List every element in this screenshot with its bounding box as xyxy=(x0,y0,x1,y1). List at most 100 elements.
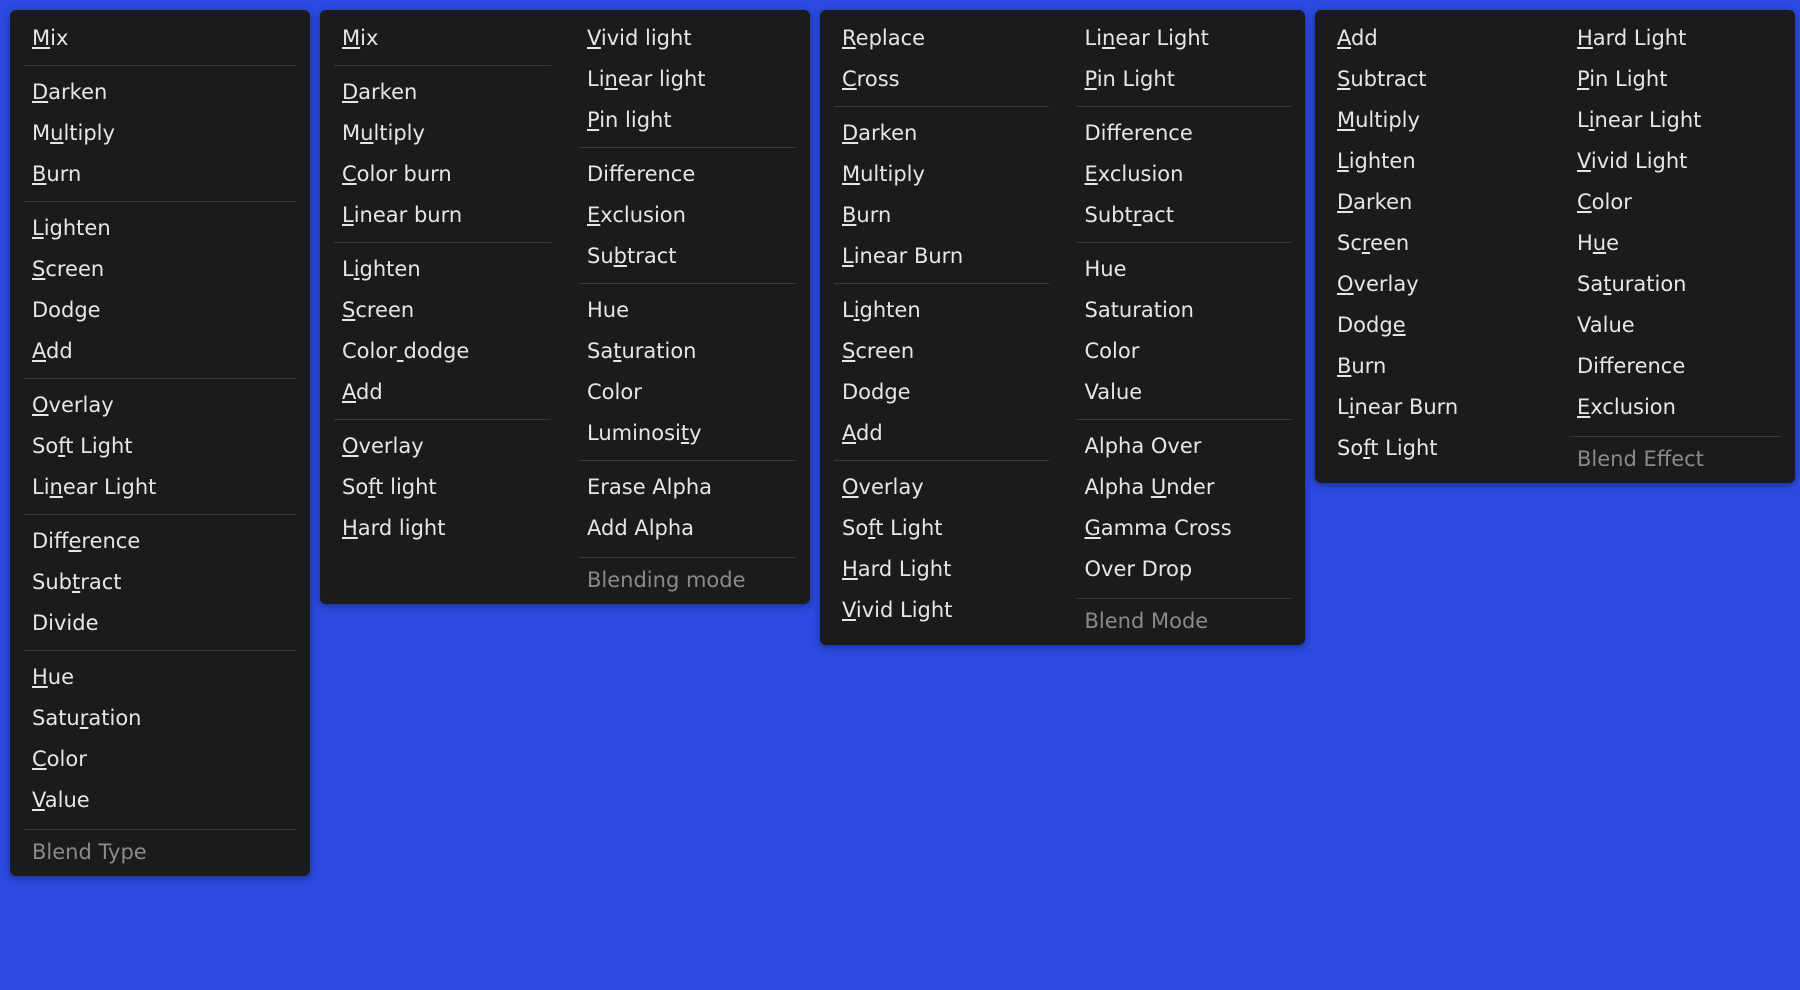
menu-item-multiply[interactable]: Multiply xyxy=(10,113,310,154)
menu-item-overlay[interactable]: Overlay xyxy=(820,467,1063,508)
menu-column: AddSubtractMultiplyLightenDarkenScreenOv… xyxy=(1315,18,1555,477)
menu-item-color[interactable]: Color xyxy=(1063,331,1306,372)
menu-item-hue[interactable]: Hue xyxy=(10,657,310,698)
menu-item-soft-light[interactable]: Soft Light xyxy=(820,508,1063,549)
menu-item-screen[interactable]: Screen xyxy=(10,249,310,290)
menu-item-hard-light[interactable]: Hard light xyxy=(320,508,565,549)
menu-item-difference[interactable]: Difference xyxy=(565,154,810,195)
menu-item-burn[interactable]: Burn xyxy=(1315,346,1555,387)
menu-item-burn[interactable]: Burn xyxy=(10,154,310,195)
menu-item-color-burn[interactable]: Color burn xyxy=(320,154,565,195)
menu-separator xyxy=(1077,242,1292,243)
menu-item-value[interactable]: Value xyxy=(1063,372,1306,413)
menu-item-subtract[interactable]: Subtract xyxy=(1063,195,1306,236)
menu-item-lighten[interactable]: Lighten xyxy=(320,249,565,290)
menu-item-multiply[interactable]: Multiply xyxy=(320,113,565,154)
menu-item-darken[interactable]: Darken xyxy=(10,72,310,113)
menu-item-cross[interactable]: Cross xyxy=(820,59,1063,100)
menu-item-overlay[interactable]: Overlay xyxy=(320,426,565,467)
menu-item-darken[interactable]: Darken xyxy=(320,72,565,113)
menu-item-add[interactable]: Add xyxy=(10,331,310,372)
menu-item-lighten[interactable]: Lighten xyxy=(1315,141,1555,182)
menu-item-linear-burn[interactable]: Linear Burn xyxy=(1315,387,1555,428)
menu-separator xyxy=(834,460,1049,461)
menu-separator xyxy=(1077,106,1292,107)
menu-item-soft-light[interactable]: Soft Light xyxy=(10,426,310,467)
menu-item-vivid-light[interactable]: Vivid Light xyxy=(1555,141,1795,182)
menu-item-linear-light[interactable]: Linear Light xyxy=(1063,18,1306,59)
menu-item-add-alpha[interactable]: Add Alpha xyxy=(565,508,810,549)
menu-item-lighten[interactable]: Lighten xyxy=(820,290,1063,331)
menu-item-dodge[interactable]: Dodge xyxy=(820,372,1063,413)
menu-item-dodge[interactable]: Dodge xyxy=(1315,305,1555,346)
menu-item-hue[interactable]: Hue xyxy=(1555,223,1795,264)
menu-item-soft-light[interactable]: Soft Light xyxy=(1315,428,1555,469)
menu-item-vivid-light[interactable]: Vivid light xyxy=(565,18,810,59)
menu-separator xyxy=(579,147,796,148)
menu-separator xyxy=(834,283,1049,284)
menu-item-hard-light[interactable]: Hard Light xyxy=(1555,18,1795,59)
menu-item-multiply[interactable]: Multiply xyxy=(1315,100,1555,141)
menu-item-alpha-over[interactable]: Alpha Over xyxy=(1063,426,1306,467)
menu-item-exclusion[interactable]: Exclusion xyxy=(1063,154,1306,195)
menu-item-linear-burn[interactable]: Linear Burn xyxy=(820,236,1063,277)
menu-item-dodge[interactable]: Dodge xyxy=(10,290,310,331)
menu-item-linear-light[interactable]: Linear Light xyxy=(10,467,310,508)
menu-item-subtract[interactable]: Subtract xyxy=(565,236,810,277)
menu-columns: AddSubtractMultiplyLightenDarkenScreenOv… xyxy=(1315,18,1795,477)
menu-item-value[interactable]: Value xyxy=(1555,305,1795,346)
menu-column: ReplaceCross DarkenMultiplyBurnLinear Bur… xyxy=(820,18,1063,639)
menu-item-screen[interactable]: Screen xyxy=(1315,223,1555,264)
menu-item-screen[interactable]: Screen xyxy=(820,331,1063,372)
menu-item-vivid-light[interactable]: Vivid Light xyxy=(820,590,1063,631)
menu-item-linear-burn[interactable]: Linear burn xyxy=(320,195,565,236)
menu-item-color[interactable]: Color xyxy=(1555,182,1795,223)
menu-separator xyxy=(834,106,1049,107)
menu-item-add[interactable]: Add xyxy=(820,413,1063,454)
menu-item-subtract[interactable]: Subtract xyxy=(1315,59,1555,100)
menu-item-hue[interactable]: Hue xyxy=(565,290,810,331)
menu-item-difference[interactable]: Difference xyxy=(1555,346,1795,387)
menu-item-subtract[interactable]: Subtract xyxy=(10,562,310,603)
menu-item-lighten[interactable]: Lighten xyxy=(10,208,310,249)
menu-item-gamma-cross[interactable]: Gamma Cross xyxy=(1063,508,1306,549)
menu-item-darken[interactable]: Darken xyxy=(820,113,1063,154)
menu-item-burn[interactable]: Burn xyxy=(820,195,1063,236)
menu-item-multiply[interactable]: Multiply xyxy=(820,154,1063,195)
menu-item-exclusion[interactable]: Exclusion xyxy=(1555,387,1795,428)
menu-item-difference[interactable]: Difference xyxy=(10,521,310,562)
menu-item-screen[interactable]: Screen xyxy=(320,290,565,331)
menu-item-alpha-under[interactable]: Alpha Under xyxy=(1063,467,1306,508)
menu-item-add[interactable]: Add xyxy=(1315,18,1555,59)
menu-item-value[interactable]: Value xyxy=(10,780,310,821)
menu-item-saturation[interactable]: Saturation xyxy=(565,331,810,372)
menu-item-mix[interactable]: Mix xyxy=(320,18,565,59)
menu-item-color-dodge[interactable]: Color dodge xyxy=(320,331,565,372)
menu-item-pin-light[interactable]: Pin Light xyxy=(1063,59,1306,100)
menu-item-add[interactable]: Add xyxy=(320,372,565,413)
menu-item-linear-light[interactable]: Linear light xyxy=(565,59,810,100)
menu-item-hue[interactable]: Hue xyxy=(1063,249,1306,290)
menu-item-saturation[interactable]: Saturation xyxy=(1063,290,1306,331)
menu-item-saturation[interactable]: Saturation xyxy=(10,698,310,739)
menu-item-pin-light[interactable]: Pin light xyxy=(565,100,810,141)
menu-item-mix[interactable]: Mix xyxy=(10,18,310,59)
menu-item-divide[interactable]: Divide xyxy=(10,603,310,644)
menu-item-difference[interactable]: Difference xyxy=(1063,113,1306,154)
menu-item-replace[interactable]: Replace xyxy=(820,18,1063,59)
menu-item-darken[interactable]: Darken xyxy=(1315,182,1555,223)
menu-item-luminosity[interactable]: Luminosity xyxy=(565,413,810,454)
menu-item-over-drop[interactable]: Over Drop xyxy=(1063,549,1306,590)
menu-item-exclusion[interactable]: Exclusion xyxy=(565,195,810,236)
menu-item-erase-alpha[interactable]: Erase Alpha xyxy=(565,467,810,508)
menu-separator xyxy=(24,201,296,202)
menu-item-pin-light[interactable]: Pin Light xyxy=(1555,59,1795,100)
menu-item-linear-light[interactable]: Linear Light xyxy=(1555,100,1795,141)
menu-item-saturation[interactable]: Saturation xyxy=(1555,264,1795,305)
menu-item-color[interactable]: Color xyxy=(565,372,810,413)
menu-item-overlay[interactable]: Overlay xyxy=(10,385,310,426)
menu-item-soft-light[interactable]: Soft light xyxy=(320,467,565,508)
menu-item-color[interactable]: Color xyxy=(10,739,310,780)
menu-item-overlay[interactable]: Overlay xyxy=(1315,264,1555,305)
menu-item-hard-light[interactable]: Hard Light xyxy=(820,549,1063,590)
